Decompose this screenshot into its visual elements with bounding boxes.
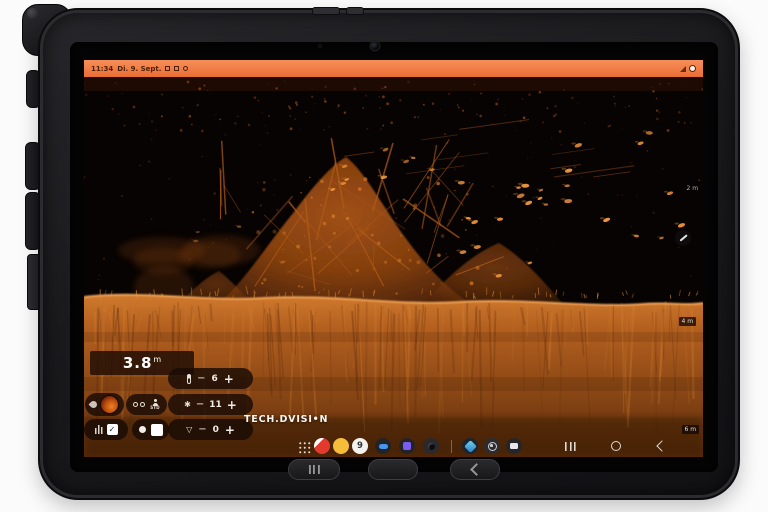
back-button[interactable] (656, 440, 667, 451)
person-icon (152, 399, 159, 406)
depth-marker-6m: 6 m (682, 425, 699, 434)
recents-key[interactable] (288, 459, 340, 480)
recent-app-icon[interactable] (506, 438, 522, 454)
range-bar-icon (187, 374, 191, 384)
android-taskbar: 9 (84, 434, 703, 457)
brightness-increase-button[interactable]: + (227, 399, 237, 411)
front-camera-icon (371, 42, 379, 50)
range-value: 6 (212, 374, 218, 384)
sonar-app-icon[interactable] (462, 438, 478, 454)
vegetation-icon (95, 425, 103, 434)
status-time: 11:34 (91, 65, 113, 73)
range-decrease-button[interactable]: − (197, 374, 205, 384)
dot-marker-button[interactable] (139, 426, 146, 433)
battery-icon (689, 65, 696, 72)
recents-button[interactable] (565, 442, 576, 451)
app-icon-purple[interactable] (399, 438, 415, 454)
palette-control (85, 393, 124, 416)
range-increase-button[interactable]: + (224, 373, 234, 385)
brightness-icon: ✱ (184, 401, 191, 409)
ambient-sensor-icon (318, 44, 322, 48)
filter-value: 0 (213, 425, 219, 435)
notification-icon (174, 66, 179, 71)
calendar-app-icon[interactable]: 9 (352, 438, 368, 454)
status-right-group (680, 65, 696, 72)
range-control: − 6 + (168, 368, 253, 389)
depth-marker-2m: 2 m (684, 184, 701, 193)
standard-mode-button[interactable]: STD (150, 399, 160, 410)
recents-bars-icon (309, 465, 320, 474)
notification-icon (165, 66, 170, 71)
color-swatch-button[interactable] (100, 395, 119, 414)
app-drawer-icon[interactable] (298, 441, 311, 454)
signal-icon (680, 66, 686, 72)
home-button[interactable] (611, 441, 621, 451)
messages-app-icon[interactable] (375, 438, 391, 454)
edge-panel-handle[interactable] (675, 230, 691, 246)
calendar-day: 9 (357, 441, 363, 451)
mode-label: STD (150, 406, 160, 410)
app-icon-yellow[interactable] (333, 438, 349, 454)
status-left-group: 11:34 Di. 9. Sept. (91, 65, 188, 73)
taskbar-divider (451, 440, 452, 453)
palette-icon (89, 400, 99, 410)
depth-marker-4m: 4 m (679, 317, 696, 326)
brand-logo: TECH.DVISI•N (244, 414, 328, 425)
power-button[interactable] (312, 7, 340, 15)
back-key[interactable] (450, 459, 500, 480)
app-icon-red[interactable] (314, 438, 330, 454)
depth-value: 3.8 (123, 354, 153, 372)
android-status-bar: 11:34 Di. 9. Sept. (84, 60, 703, 77)
filter-icon: ▽ (186, 426, 192, 434)
filter-decrease-button[interactable]: − (198, 425, 206, 435)
antenna-tip-icon (27, 8, 38, 19)
settings-app-icon[interactable] (484, 438, 500, 454)
brightness-control: ✱ − 11 + (168, 394, 253, 415)
tablet-scene: 11:34 Di. 9. Sept. 3.8 m 2 m 4 m 6 m − 6… (0, 0, 768, 512)
status-date: Di. 9. Sept. (117, 65, 161, 73)
home-key[interactable] (368, 459, 418, 480)
depth-unit: m (153, 355, 161, 364)
view-mode-control: STD (126, 394, 167, 415)
back-chevron-icon (470, 463, 483, 476)
screen: 11:34 Di. 9. Sept. 3.8 m 2 m 4 m 6 m − 6… (84, 60, 703, 457)
brightness-decrease-button[interactable]: − (196, 400, 204, 410)
top-side-button[interactable] (346, 7, 364, 15)
record-status-icon (183, 66, 188, 71)
camera-app-icon[interactable] (423, 438, 439, 454)
check-icon: ✓ (109, 426, 116, 434)
brightness-value: 11 (209, 400, 222, 410)
binoculars-icon[interactable] (133, 402, 145, 408)
